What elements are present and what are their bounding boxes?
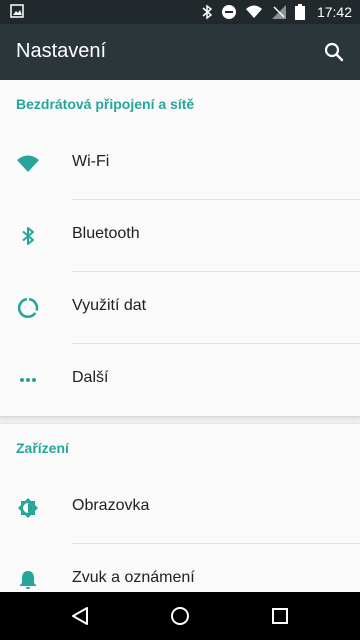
device-card: Zařízení Obrazovka Zvuk a oznámení bbox=[0, 424, 360, 592]
more-icon bbox=[16, 368, 40, 392]
bluetooth-status-icon bbox=[201, 4, 213, 20]
search-icon bbox=[324, 42, 344, 62]
wifi-icon bbox=[16, 152, 40, 176]
display-brightness-icon bbox=[16, 496, 40, 520]
settings-item-display[interactable]: Obrazovka bbox=[0, 472, 360, 544]
navigation-bar bbox=[0, 592, 360, 640]
recents-icon bbox=[272, 608, 288, 624]
back-icon bbox=[72, 607, 88, 625]
wifi-status-icon bbox=[245, 5, 263, 19]
data-usage-icon bbox=[16, 296, 40, 320]
settings-item-more[interactable]: Další bbox=[0, 344, 360, 416]
back-button[interactable] bbox=[68, 604, 92, 628]
section-header-device: Zařízení bbox=[16, 440, 69, 456]
settings-item-label: Bluetooth bbox=[72, 225, 140, 242]
app-bar: Nastavení bbox=[0, 24, 360, 80]
home-icon bbox=[171, 607, 189, 625]
settings-item-label: Zvuk a oznámení bbox=[72, 569, 195, 586]
signal-status-icon bbox=[271, 4, 287, 20]
settings-item-sound[interactable]: Zvuk a oznámení bbox=[0, 544, 360, 592]
battery-icon bbox=[294, 4, 305, 20]
settings-item-label: Obrazovka bbox=[72, 497, 150, 514]
page-title: Nastavení bbox=[16, 40, 107, 62]
notification-bell-icon bbox=[16, 568, 40, 592]
status-bar: 17:42 bbox=[0, 0, 360, 24]
settings-item-label: Wi-Fi bbox=[72, 153, 110, 170]
settings-list: Bezdrátová připojení a sítě Wi-Fi Blueto… bbox=[0, 80, 360, 592]
gallery-notification-icon bbox=[10, 4, 24, 18]
search-button[interactable] bbox=[320, 38, 348, 66]
section-header-wireless: Bezdrátová připojení a sítě bbox=[16, 96, 195, 112]
bluetooth-icon bbox=[16, 224, 40, 248]
settings-item-label: Další bbox=[72, 369, 109, 386]
do-not-disturb-icon bbox=[221, 4, 237, 20]
settings-item-label: Využití dat bbox=[72, 297, 147, 314]
home-button[interactable] bbox=[168, 604, 192, 628]
recents-button[interactable] bbox=[268, 604, 292, 628]
wireless-networks-card: Bezdrátová připojení a sítě Wi-Fi Blueto… bbox=[0, 80, 360, 416]
settings-item-bluetooth[interactable]: Bluetooth bbox=[0, 200, 360, 272]
status-clock: 17:42 bbox=[316, 4, 352, 20]
settings-item-data-usage[interactable]: Využití dat bbox=[0, 272, 360, 344]
settings-item-wifi[interactable]: Wi-Fi bbox=[0, 128, 360, 200]
